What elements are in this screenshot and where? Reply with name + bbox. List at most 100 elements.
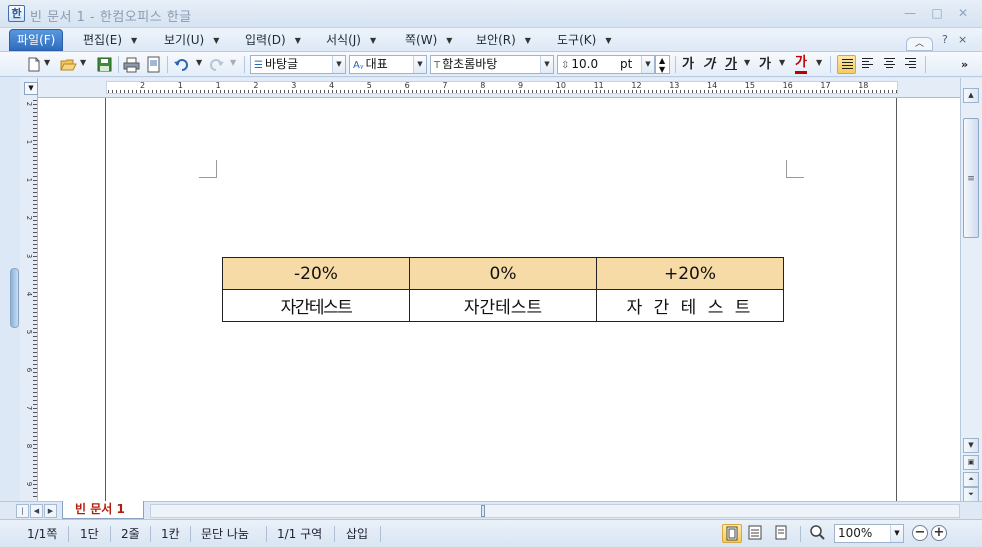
table-cell[interactable]: 자간테스트 bbox=[222, 289, 410, 322]
align-right-button[interactable] bbox=[901, 55, 920, 74]
menu-insert[interactable]: 입력(D) ▼ bbox=[245, 31, 301, 49]
status-line[interactable]: 2줄 bbox=[121, 525, 140, 543]
font-size-select[interactable]: ⇳ 10.0 pt ▼ bbox=[557, 55, 655, 74]
table-cell[interactable]: 자간테스트 bbox=[409, 289, 597, 322]
chevron-down-icon[interactable]: ▼ bbox=[816, 58, 822, 67]
bold-button[interactable]: 가 bbox=[682, 56, 694, 73]
ruler-tick bbox=[128, 90, 129, 93]
ruler-tick bbox=[33, 316, 37, 317]
help-button[interactable]: ? bbox=[942, 33, 948, 46]
chevron-down-icon[interactable]: ▼ bbox=[196, 58, 202, 67]
zoom-select[interactable]: 100% ▼ bbox=[834, 524, 904, 543]
print-preview-icon[interactable] bbox=[145, 56, 162, 73]
strike-button[interactable]: 가 bbox=[759, 56, 771, 73]
prev-page-icon[interactable]: ⏶ bbox=[963, 472, 979, 487]
first-tab-icon[interactable]: | bbox=[16, 504, 29, 518]
status-insert-mode[interactable]: 삽입 bbox=[346, 525, 368, 543]
align-center-button[interactable] bbox=[880, 55, 899, 74]
save-icon[interactable] bbox=[96, 56, 113, 73]
font-size-spinner[interactable]: ▲ ▼ bbox=[655, 55, 670, 74]
menu-format[interactable]: 서식(J) ▼ bbox=[326, 31, 376, 49]
ruler-tick bbox=[160, 90, 161, 93]
chevron-down-icon[interactable]: ▼ bbox=[80, 58, 86, 67]
scroll-thumb[interactable]: ≡ bbox=[963, 118, 979, 238]
spin-down-icon[interactable]: ▼ bbox=[659, 61, 665, 73]
ruler-tick bbox=[396, 90, 397, 93]
table-cell[interactable]: +20% bbox=[596, 257, 784, 290]
chevron-down-icon[interactable]: ▼ bbox=[641, 56, 654, 73]
ruler-tick bbox=[560, 90, 561, 93]
ruler-tick bbox=[640, 90, 641, 93]
document-tab[interactable]: 빈 문서 1 bbox=[62, 501, 144, 519]
table-cell[interactable]: -20% bbox=[222, 257, 410, 290]
side-panel-toggle[interactable] bbox=[10, 268, 19, 328]
next-page-icon[interactable]: ⏷ bbox=[963, 487, 979, 502]
horizontal-ruler[interactable]: 2 1 1 2 3 4 5 6 7 8 9 10 11 12 13 14 15 16 17 18 bbox=[38, 78, 960, 98]
chevron-down-icon[interactable]: ▼ bbox=[44, 58, 50, 67]
close-doc-button[interactable]: × bbox=[958, 33, 967, 46]
underline-button[interactable]: 가 bbox=[725, 56, 737, 73]
menu-page[interactable]: 쪽(W) ▼ bbox=[405, 31, 452, 49]
zoom-magnifier-button[interactable] bbox=[808, 524, 828, 543]
font-select[interactable]: T 함초롬바탕 ▼ bbox=[430, 55, 554, 74]
ruler-tick bbox=[33, 384, 37, 385]
menu-view[interactable]: 보기(U) ▼ bbox=[164, 31, 219, 49]
ruler-tick bbox=[280, 90, 281, 93]
page-view-button[interactable] bbox=[722, 524, 742, 543]
minimize-button[interactable]: — bbox=[900, 5, 920, 21]
status-cell[interactable]: 1칸 bbox=[161, 525, 180, 543]
ruler-tick bbox=[33, 188, 37, 189]
ruler-tick bbox=[33, 492, 37, 493]
document-table[interactable]: -20% 0% +20% 자간테스트 자간테스트 자 간 테 스 트 bbox=[222, 257, 784, 322]
next-tab-icon[interactable]: ▶ bbox=[44, 504, 57, 518]
vertical-scrollbar[interactable]: ▲ ≡ ▼ ▣ ⏶ ⏷ bbox=[960, 78, 982, 502]
undo-icon[interactable] bbox=[173, 56, 190, 73]
chevron-down-icon[interactable]: ▼ bbox=[744, 58, 750, 67]
new-doc-icon[interactable] bbox=[25, 56, 42, 73]
status-column[interactable]: 1단 bbox=[80, 525, 99, 543]
redo-icon[interactable] bbox=[208, 56, 225, 73]
close-window-button[interactable]: ✕ bbox=[953, 5, 973, 21]
document-canvas[interactable]: -20% 0% +20% 자간테스트 자간테스트 자 간 테 스 트 bbox=[38, 98, 960, 501]
print-icon[interactable] bbox=[123, 56, 140, 73]
align-left-button[interactable] bbox=[858, 55, 877, 74]
language-select[interactable]: Aᵧ 대표 ▼ bbox=[349, 55, 427, 74]
draft-view-button[interactable] bbox=[746, 524, 766, 543]
menu-tools[interactable]: 도구(K) ▼ bbox=[557, 31, 611, 49]
status-section[interactable]: 1/1 구역 bbox=[277, 525, 322, 543]
chevron-down-icon[interactable]: ▼ bbox=[779, 58, 785, 67]
toolbar-overflow-button[interactable]: » bbox=[961, 56, 968, 73]
menu-security[interactable]: 보안(R) ▼ bbox=[476, 31, 531, 49]
scroll-up-icon[interactable]: ▲ bbox=[963, 88, 979, 103]
menu-file[interactable]: 파일(F) bbox=[9, 29, 64, 51]
chevron-down-icon[interactable]: ▼ bbox=[332, 56, 345, 73]
chevron-down-icon[interactable]: ▼ bbox=[890, 525, 903, 542]
ribbon-collapse-button[interactable]: ︿ bbox=[906, 37, 933, 51]
table-cell[interactable]: 0% bbox=[409, 257, 597, 290]
chevron-down-icon[interactable]: ▼ bbox=[413, 56, 426, 73]
zoom-out-icon[interactable]: − bbox=[912, 525, 928, 541]
table-cell[interactable]: 자 간 테 스 트 bbox=[596, 289, 784, 322]
web-view-button[interactable] bbox=[772, 524, 792, 543]
align-justify-button[interactable] bbox=[837, 55, 856, 74]
menu-edit[interactable]: 편집(E) ▼ bbox=[83, 31, 137, 49]
status-break[interactable]: 문단 나눔 bbox=[201, 525, 249, 543]
scroll-down-icon[interactable]: ▼ bbox=[963, 438, 979, 453]
prev-tab-icon[interactable]: ◀ bbox=[30, 504, 43, 518]
chevron-down-icon[interactable]: ▼ bbox=[540, 56, 553, 73]
font-color-button[interactable]: 가 bbox=[795, 56, 807, 74]
chevron-down-icon[interactable]: ▼ bbox=[230, 58, 236, 67]
horizontal-scrollbar[interactable] bbox=[150, 504, 960, 518]
hscroll-thumb[interactable] bbox=[481, 505, 485, 517]
ruler-toggle-button[interactable]: ▼ bbox=[24, 82, 38, 95]
status-page[interactable]: 1/1쪽 bbox=[27, 525, 57, 543]
italic-button[interactable]: 가 bbox=[703, 56, 715, 73]
page-view-icon[interactable]: ▣ bbox=[963, 455, 979, 470]
ruler-tick bbox=[208, 90, 209, 93]
style-select[interactable]: ☰ 바탕글 ▼ bbox=[250, 55, 346, 74]
open-folder-icon[interactable] bbox=[60, 56, 77, 73]
zoom-in-icon[interactable]: + bbox=[931, 525, 947, 541]
ruler-tick bbox=[664, 90, 665, 93]
hwp-app-icon[interactable]: 한 bbox=[8, 5, 25, 22]
restore-button[interactable]: □ bbox=[927, 5, 947, 21]
